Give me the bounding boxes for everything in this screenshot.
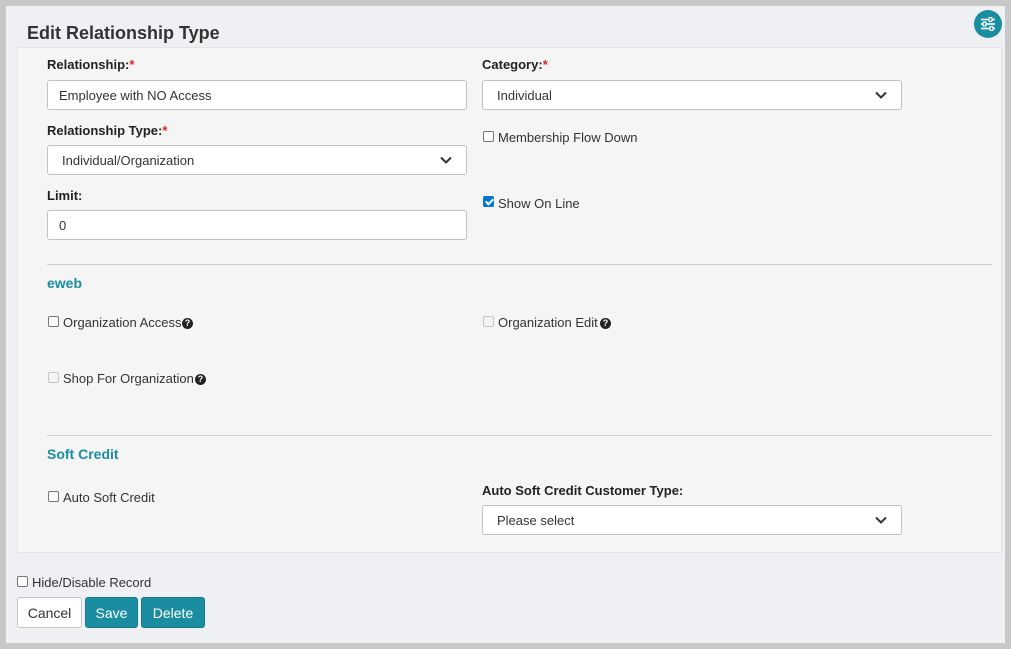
show-on-line-checkbox[interactable] bbox=[483, 196, 494, 207]
save-button[interactable]: Save bbox=[85, 597, 138, 628]
delete-button[interactable]: Delete bbox=[141, 597, 205, 628]
organization-access-label: Organization Access bbox=[63, 315, 182, 330]
eweb-section-title: eweb bbox=[47, 275, 83, 291]
relationship-type-label: Relationship Type:* bbox=[47, 123, 167, 138]
help-icon[interactable]: ? bbox=[195, 374, 206, 385]
relationship-input[interactable] bbox=[47, 80, 467, 110]
organization-edit-label: Organization Edit bbox=[498, 315, 598, 330]
customer-type-selected-value: Please select bbox=[497, 512, 575, 528]
organization-edit-checkbox[interactable] bbox=[483, 316, 494, 327]
chevron-down-icon bbox=[875, 91, 887, 99]
category-select[interactable]: Individual bbox=[482, 80, 902, 110]
membership-flow-down-label: Membership Flow Down bbox=[498, 130, 638, 145]
category-selected-value: Individual bbox=[497, 87, 552, 103]
relationship-type-label-text: Relationship Type: bbox=[47, 123, 163, 138]
section-divider bbox=[47, 435, 992, 436]
settings-button[interactable] bbox=[974, 10, 1002, 38]
section-divider bbox=[47, 264, 992, 265]
required-mark: * bbox=[162, 123, 168, 138]
membership-flow-down-checkbox[interactable] bbox=[483, 131, 494, 142]
relationship-label-text: Relationship: bbox=[47, 57, 130, 72]
auto-soft-credit-label: Auto Soft Credit bbox=[63, 490, 155, 505]
hide-disable-checkbox[interactable] bbox=[17, 576, 28, 587]
chevron-down-icon bbox=[875, 516, 887, 524]
organization-access-checkbox[interactable] bbox=[48, 316, 59, 327]
window-frame: Edit Relationship Type Relationship:* Ca… bbox=[6, 6, 1005, 643]
help-icon[interactable]: ? bbox=[600, 318, 611, 329]
customer-type-label: Auto Soft Credit Customer Type: bbox=[482, 483, 684, 498]
shop-for-organization-label: Shop For Organization bbox=[63, 371, 194, 386]
required-mark: * bbox=[129, 57, 135, 72]
shop-for-organization-checkbox[interactable] bbox=[48, 372, 59, 383]
relationship-label: Relationship:* bbox=[47, 57, 134, 72]
required-mark: * bbox=[542, 57, 548, 72]
limit-label: Limit: bbox=[47, 188, 83, 203]
category-label-text: Category: bbox=[482, 57, 543, 72]
soft-credit-section-title: Soft Credit bbox=[47, 446, 119, 462]
auto-soft-credit-checkbox[interactable] bbox=[48, 491, 59, 502]
form-panel: Relationship:* Category:* Individual Rel… bbox=[17, 47, 1002, 553]
chevron-down-icon bbox=[440, 156, 452, 164]
hide-disable-label: Hide/Disable Record bbox=[32, 575, 152, 590]
category-label: Category:* bbox=[482, 57, 548, 72]
cancel-button[interactable]: Cancel bbox=[17, 597, 82, 628]
page-title: Edit Relationship Type bbox=[27, 23, 220, 43]
help-icon[interactable]: ? bbox=[182, 318, 193, 329]
customer-type-select[interactable]: Please select bbox=[482, 505, 902, 535]
relationship-type-selected-value: Individual/Organization bbox=[62, 152, 195, 168]
show-on-line-label: Show On Line bbox=[498, 196, 580, 211]
sliders-icon bbox=[981, 17, 995, 31]
relationship-type-select[interactable]: Individual/Organization bbox=[47, 145, 467, 175]
limit-input[interactable] bbox=[47, 210, 467, 240]
